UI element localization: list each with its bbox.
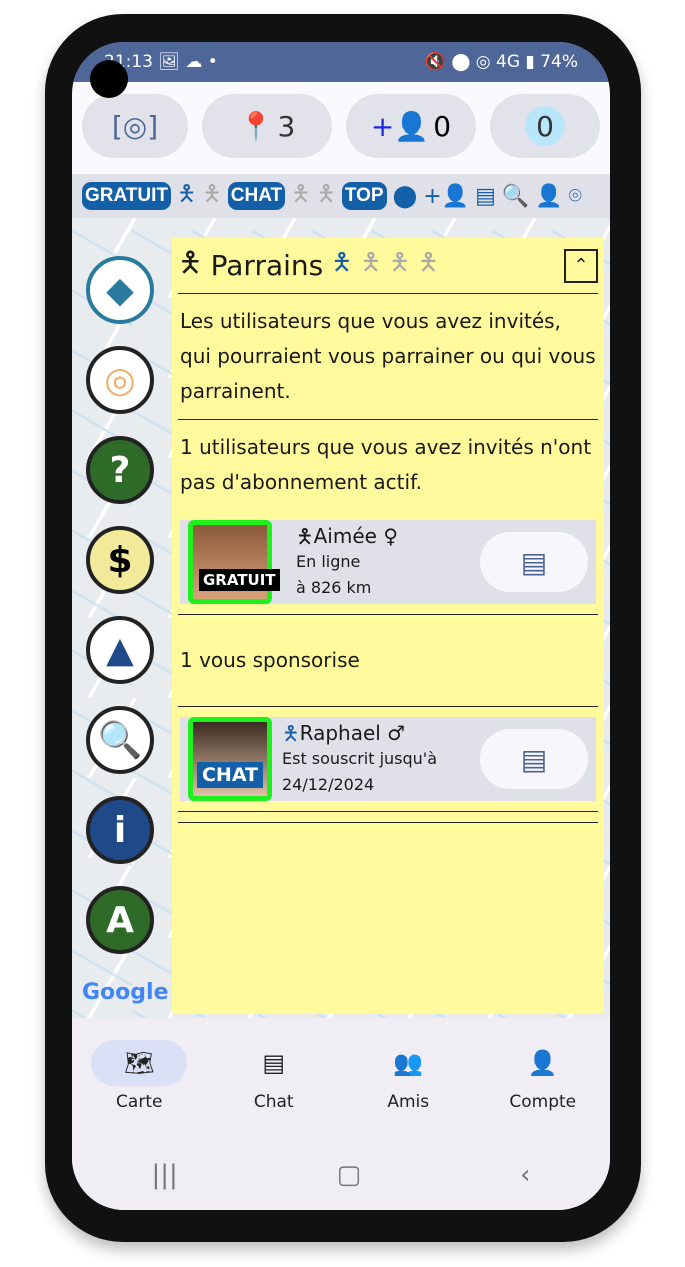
person-icon[interactable]: 🯅	[331, 245, 352, 286]
scan-button[interactable]: [◎]	[82, 94, 188, 158]
message-icon[interactable]: ▤	[475, 184, 496, 209]
message-button[interactable]: ▤	[480, 532, 588, 592]
avatar[interactable]: GRATUIT	[188, 520, 280, 604]
info-icon[interactable]: i	[86, 796, 154, 864]
nav-label: Compte	[509, 1092, 577, 1112]
filter-chat[interactable]: CHAT	[227, 182, 286, 210]
user-name: Aimée	[313, 524, 377, 548]
person-icon[interactable]: 🯅 🯅 🯅	[360, 245, 439, 286]
nav-label: Amis	[387, 1092, 430, 1112]
person-icon[interactable]: 🯅	[202, 177, 221, 215]
nav-chat[interactable]: ▤ Chat	[207, 1018, 342, 1140]
inactive-header: 1 utilisateurs que vous avez invités n'o…	[180, 435, 592, 494]
add-friend-count: 0	[433, 109, 452, 143]
network: 4G	[496, 52, 521, 72]
filter-top[interactable]: TOP	[341, 182, 387, 210]
add-person-icon: +👤	[370, 109, 430, 143]
subscription-date: 24/12/2024	[282, 775, 375, 794]
location-outline-icon[interactable]: ⌾	[569, 184, 582, 209]
focus-icon: [◎]	[111, 109, 159, 143]
map[interactable]: ◆ ◎ ? $ ▲ 🔍 i A Google 🯅 Parrains 🯅 🯅 🯅 …	[72, 218, 610, 1018]
user-card[interactable]: CHAT 🯅Raphael ♂ Est souscrit jusqu'à 24/…	[180, 717, 596, 801]
panel-title: Parrains	[210, 249, 324, 282]
chat-icon: ▤	[262, 1049, 286, 1077]
person-icon[interactable]: 🯅	[317, 177, 336, 215]
nav-label: Carte	[116, 1092, 163, 1112]
nav-amis[interactable]: 👥 Amis	[341, 1018, 476, 1140]
credit-button[interactable]: 0	[490, 94, 600, 158]
collapse-button[interactable]: ⌃	[564, 248, 598, 283]
person-icon[interactable]: 🯅	[291, 177, 310, 215]
user-name: Raphael	[299, 721, 381, 745]
dollar-icon[interactable]: $	[86, 526, 154, 594]
shapes-heart-icon[interactable]: ▲	[86, 616, 154, 684]
status-bar: 21:13 🖼 ☁ • 🔇 ⬤ ◎ 4G ▮ 74%	[72, 42, 610, 82]
add-person-icon[interactable]: +👤	[423, 184, 469, 209]
location-chat-count: 3	[277, 109, 296, 143]
map-icon: 🗺	[91, 1040, 188, 1086]
screen: 21:13 🖼 ☁ • 🔇 ⬤ ◎ 4G ▮ 74% [◎] 📍 3 +👤 0 0 …	[72, 42, 610, 1210]
filter-gratuit[interactable]: GRATUIT	[82, 182, 172, 210]
back-icon[interactable]: ‹	[520, 1160, 530, 1190]
recents-icon[interactable]: |||	[151, 1160, 177, 1190]
person-search-icon[interactable]: 👤	[535, 184, 562, 209]
help-icon[interactable]: ?	[86, 436, 154, 504]
credit-count: 0	[525, 106, 565, 146]
home-icon[interactable]: ▢	[337, 1160, 362, 1190]
message-icon: ▤	[520, 742, 548, 776]
people-icon: 👥	[393, 1049, 424, 1077]
search-location-icon[interactable]: 🔍	[502, 184, 529, 209]
user-status: En ligne	[296, 552, 361, 571]
camera-icon	[90, 60, 128, 98]
system-nav: ||| ▢ ‹	[72, 1140, 610, 1210]
location-chat-button[interactable]: 📍 3	[202, 94, 332, 158]
user-distance: à 826 km	[296, 578, 372, 597]
gender-icon: ♀	[383, 524, 398, 548]
target-icon[interactable]: ◎	[86, 346, 154, 414]
antenna-icon[interactable]: A	[86, 886, 154, 954]
person-icon: 👤	[527, 1049, 558, 1077]
avatar[interactable]: CHAT	[188, 717, 272, 801]
gender-icon: ♂	[387, 721, 406, 745]
sponsor-header: 1 vous sponsorise	[178, 615, 598, 707]
google-logo: Google	[82, 980, 169, 1005]
badge: GRATUIT	[199, 569, 280, 591]
nav-label: Chat	[253, 1092, 294, 1112]
user-card[interactable]: GRATUIT 🯅Aimée ♀ En ligne à 826 km ▤	[180, 520, 596, 604]
pin-icon[interactable]: ⬤	[393, 184, 418, 209]
bottom-nav: 🗺 Carte ▤ Chat 👥 Amis 👤 Compte	[72, 1018, 610, 1140]
filter-bar: GRATUIT 🯅 🯅 CHAT 🯅 🯅 TOP ⬤ +👤 ▤ 🔍 👤 ⌾	[72, 174, 610, 218]
subscription-text: Est souscrit jusqu'à	[282, 749, 438, 768]
battery: 74%	[540, 52, 578, 72]
shapes-icon[interactable]: ◆	[86, 256, 154, 324]
badge: CHAT	[197, 762, 263, 788]
add-friend-button[interactable]: +👤 0	[346, 94, 476, 158]
nav-carte[interactable]: 🗺 Carte	[72, 1018, 207, 1140]
search-globe-icon[interactable]: 🔍	[86, 706, 154, 774]
panel-description: Les utilisateurs que vous avez invités, …	[178, 294, 598, 420]
message-button[interactable]: ▤	[480, 729, 588, 789]
pin-chat-icon: 📍	[238, 109, 274, 143]
person-icon[interactable]: 🯅	[177, 177, 196, 215]
message-icon: ▤	[520, 545, 548, 579]
sponsors-panel: 🯅 Parrains 🯅 🯅 🯅 🯅 ⌃ Les utilisateurs qu…	[172, 238, 604, 1014]
person-icon: 🯅	[178, 245, 203, 279]
nav-compte[interactable]: 👤 Compte	[476, 1018, 611, 1140]
